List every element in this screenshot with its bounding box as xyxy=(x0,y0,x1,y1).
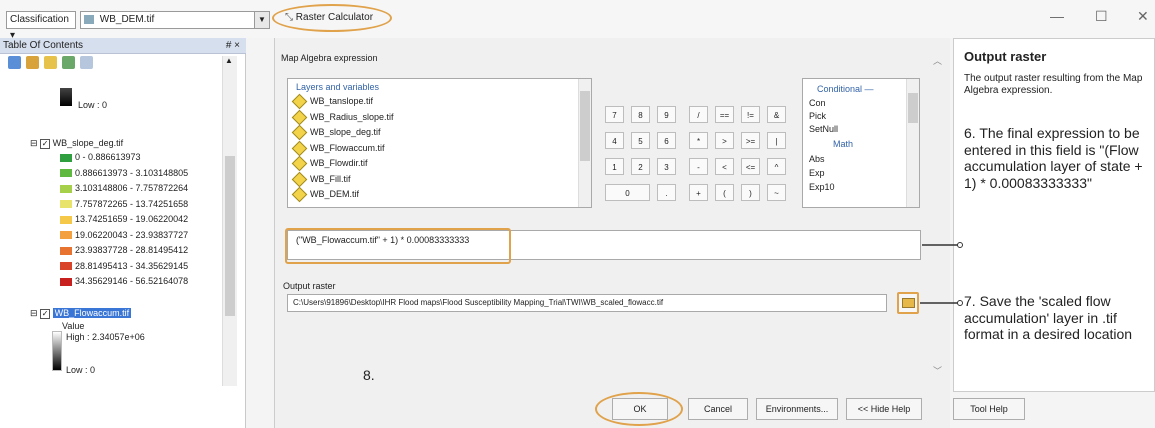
annotation-connectors xyxy=(920,242,963,306)
step7-connector-dot xyxy=(957,300,963,306)
step6-connector-dot xyxy=(957,242,963,248)
